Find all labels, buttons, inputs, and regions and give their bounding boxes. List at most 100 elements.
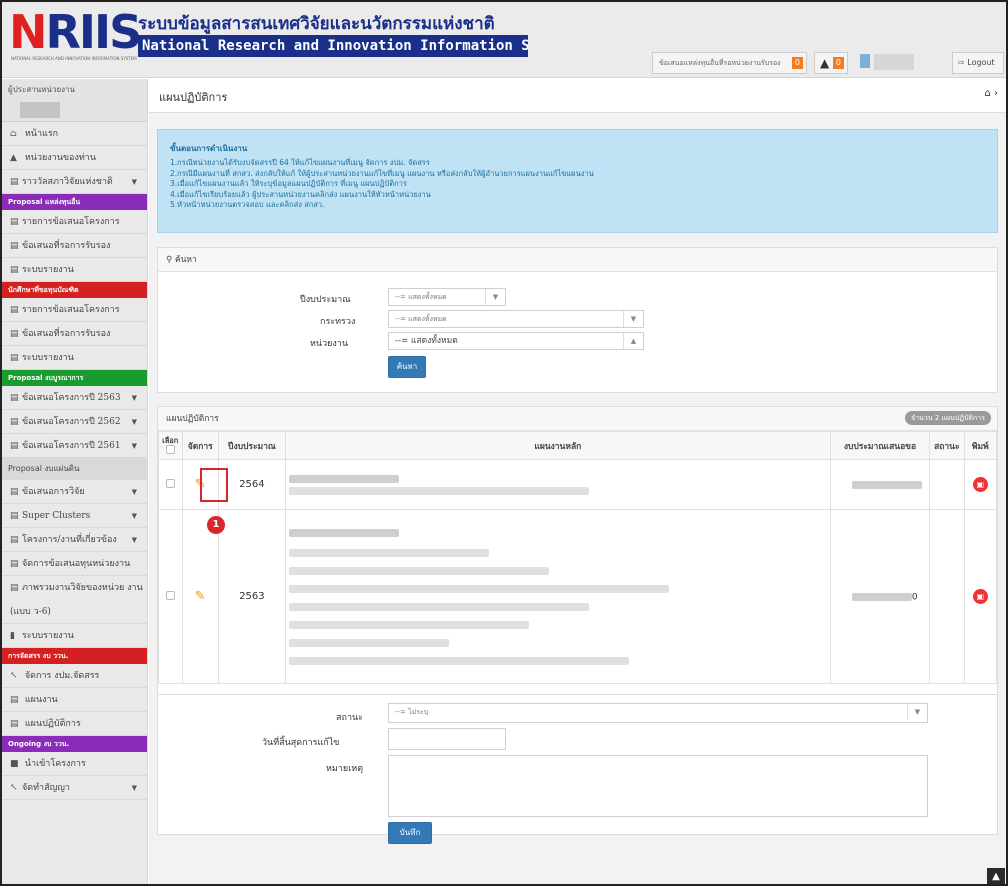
save-button[interactable]: บันทึก bbox=[388, 822, 432, 844]
chevron-down-icon: ▼ bbox=[131, 512, 137, 520]
sidebar-item-home[interactable]: ⌂ หน้าแรก bbox=[2, 122, 147, 146]
row-amount-blurred bbox=[829, 459, 931, 510]
sidebar-item-label: แผนงาน bbox=[24, 695, 58, 705]
list-icon: ▤ bbox=[10, 487, 19, 497]
sidebar-item-contracts[interactable]: ↖ จัดทำสัญญา ▼ bbox=[2, 776, 147, 800]
col-select: เลือก bbox=[158, 431, 183, 460]
sidebar-item-related-projects[interactable]: ▤ โครงการ/งานที่เกี่ยวข้อง ▼ bbox=[2, 528, 147, 552]
sidebar-item-budget-2562[interactable]: ▤ ข้อเสนอโครงการปี 2562 ▼ bbox=[2, 410, 147, 434]
sidebar-item-plan-report[interactable]: ▮ ระบบรายงาน bbox=[2, 624, 147, 648]
chevron-down-icon: ▼ bbox=[131, 394, 137, 402]
sidebar-item-student-pending[interactable]: ▤ ข้อเสนอที่รอการรับรอง bbox=[2, 322, 147, 346]
ministry-label: กระทรวง bbox=[320, 317, 356, 327]
sidebar-item-super-clusters[interactable]: ▤ Super Clusters ▼ bbox=[2, 504, 147, 528]
sidebar-item-label: หน้าแรก bbox=[24, 129, 59, 139]
col-year: ปีงบประมาณ bbox=[217, 431, 286, 460]
edit-highlight-box bbox=[200, 468, 228, 502]
list-icon: ▤ bbox=[10, 695, 19, 705]
logout-button[interactable]: ⇨ Logout bbox=[952, 52, 1004, 74]
sidebar-item-budget-2563[interactable]: ▤ ข้อเสนอโครงการปี 2563 ▼ bbox=[2, 386, 147, 410]
home-icon[interactable]: ⌂ › bbox=[984, 88, 998, 99]
sidebar-item-agency[interactable]: ▲ หน่วยงานของท่าน bbox=[2, 146, 147, 170]
status-form: สถานะ --= ไม่ระบุ ▼ วันที่สิ้นสุดการแก้ไข… bbox=[157, 695, 998, 844]
logo-tagline: NATIONAL RESEARCH AND INNOVATION INFORMA… bbox=[11, 56, 137, 61]
home-icon: ⌂ bbox=[10, 129, 17, 139]
agency-select-value: --= แสดงทั้งหมด bbox=[395, 336, 458, 346]
sidebar-item-research-overview[interactable]: ▤ ภาพรวมงานวิจัยของหน่วย งาน (แบบ ว-6) bbox=[2, 576, 147, 624]
logout-label: Logout bbox=[967, 58, 995, 67]
user-menu[interactable] bbox=[856, 52, 920, 74]
remark-textarea[interactable] bbox=[388, 755, 928, 817]
sidebar-item-manage-allocation[interactable]: ↖ จัดการ งปม.จัดสรร bbox=[2, 664, 147, 688]
deadline-input[interactable] bbox=[388, 728, 506, 750]
sidebar-item-label: ข้อเสนอที่รอการรับรอง bbox=[22, 241, 111, 251]
sidebar-item-action-plans[interactable]: ▤ แผนปฏิบัติการ bbox=[2, 712, 147, 736]
sidebar-item-award[interactable]: ▤ ราววัลสภาวิจัยแห่งชาติ ▼ bbox=[2, 170, 147, 194]
step-marker: 1 bbox=[207, 516, 225, 534]
sidebar-item-fund-pending[interactable]: ▤ ข้อเสนอที่รอการรับรอง bbox=[2, 234, 147, 258]
sidebar-item-label: ข้อเสนอที่รอการรับรอง bbox=[22, 329, 111, 339]
select-all-checkbox[interactable] bbox=[165, 444, 175, 454]
chevron-down-icon: ▼ bbox=[131, 488, 137, 496]
row-amount-blurred: 0 bbox=[829, 509, 931, 684]
pencil-edit-icon[interactable]: ✎ bbox=[195, 589, 206, 604]
row-checkbox[interactable] bbox=[165, 590, 175, 600]
sidebar-item-label: นำเข้าโครงการ bbox=[24, 759, 86, 769]
sidebar-item-research[interactable]: ▤ ข้อเสนอการวิจัย ▼ bbox=[2, 480, 147, 504]
search-button[interactable]: ค้นหา bbox=[388, 356, 426, 378]
table-row: ✎ 2563 0 ▣ bbox=[158, 509, 998, 684]
row-print-cell: ▣ bbox=[963, 459, 998, 510]
sidebar-item-fund-list[interactable]: ▤ รายการข้อเสนอโครงการ bbox=[2, 210, 147, 234]
chevron-down-icon: ▼ bbox=[623, 311, 643, 327]
list-icon: ▤ bbox=[10, 719, 19, 729]
site-title-thai: ระบบข้อมูลสารสนเทศวิจัยและนวัตกรรมแห่งชา… bbox=[138, 14, 495, 34]
instructions-heading: ขั้นตอนการดำเนินงาน bbox=[170, 144, 248, 153]
list-icon: ▤ bbox=[10, 559, 19, 569]
print-pdf-icon[interactable]: ▣ bbox=[972, 477, 988, 492]
bell-icon: ▲ bbox=[820, 56, 830, 70]
sidebar-item-plans[interactable]: ▤ แผนงาน bbox=[2, 688, 147, 712]
row-amount-suffix: 0 bbox=[911, 592, 918, 602]
search-heading: ค้นหา bbox=[174, 255, 197, 265]
nriis-logo[interactable]: NRIIS NATIONAL RESEARCH AND INNOVATION I… bbox=[9, 6, 142, 62]
ministry-select[interactable]: --= แสดงทั้งหมด ▼ bbox=[388, 310, 644, 328]
pending-proposals-badge: 0 bbox=[791, 57, 803, 69]
col-main-plan: แผนงานหลัก bbox=[284, 431, 831, 460]
chevron-down-icon: ▼ bbox=[131, 418, 137, 426]
row-print-cell: ▣ bbox=[963, 509, 998, 684]
sidebar-item-student-report[interactable]: ▤ ระบบรายงาน bbox=[2, 346, 147, 370]
year-select-value: --= แสดงทั้งหมด bbox=[395, 293, 447, 301]
scroll-top-button[interactable]: ▲ bbox=[987, 868, 1005, 884]
logout-icon: ⇨ bbox=[958, 58, 965, 67]
notifications-button[interactable]: ▲ 0 bbox=[814, 52, 848, 74]
chevron-down-icon: ▲ bbox=[623, 333, 643, 349]
sidebar-item-fund-report[interactable]: ▤ ระบบรายงาน bbox=[2, 258, 147, 282]
row-checkbox[interactable] bbox=[165, 478, 175, 488]
year-select[interactable]: --= แสดงทั้งหมด ▼ bbox=[388, 288, 506, 306]
sidebar-item-label: ข้อเสนอโครงการปี 2562 bbox=[22, 417, 121, 427]
page-title: แผนปฏิบัติการ bbox=[159, 91, 228, 104]
instructions-box: ขั้นตอนการดำเนินงาน 1.กรณีหน่วยงานได้รับ… bbox=[157, 129, 998, 233]
remark-label: หมายเหตุ bbox=[326, 764, 364, 774]
logo-letters-riis: RIIS bbox=[45, 5, 143, 59]
row-main-plan-blurred bbox=[284, 509, 831, 684]
sidebar-item-label: ภาพรวมงานวิจัยของหน่วย งาน (แบบ ว-6) bbox=[10, 583, 143, 617]
sidebar-section-proposal-fund: Proposal แหล่งทุนอื่น bbox=[2, 194, 147, 210]
sidebar-user-box: ผู้ประสานหน่วยงาน bbox=[2, 79, 147, 122]
status-select[interactable]: --= ไม่ระบุ ▼ bbox=[388, 703, 928, 723]
sidebar-item-manage-agency-proposals[interactable]: ▤ จัดการข้อเสนอทุนหน่วยงาน bbox=[2, 552, 147, 576]
sidebar-item-label: รายการข้อเสนอโครงการ bbox=[22, 217, 120, 227]
sidebar-item-label: หน่วยงานของท่าน bbox=[24, 153, 96, 163]
agency-select[interactable]: --= แสดงทั้งหมด ▲ bbox=[388, 332, 644, 350]
pending-proposals-button[interactable]: ข้อเสนอแหล่งทุนอื่นที่รอหน่วยงานรับรอง 0 bbox=[652, 52, 807, 74]
sidebar-item-import-projects[interactable]: ■ นำเข้าโครงการ bbox=[2, 752, 147, 776]
sidebar-item-student-list[interactable]: ▤ รายการข้อเสนอโครงการ bbox=[2, 298, 147, 322]
list-icon: ▤ bbox=[10, 241, 19, 251]
sidebar-item-budget-2561[interactable]: ▤ ข้อเสนอโครงการปี 2561 ▼ bbox=[2, 434, 147, 458]
sidebar-item-label: ข้อเสนอโครงการปี 2563 bbox=[22, 393, 121, 403]
print-pdf-icon[interactable]: ▣ bbox=[972, 589, 988, 604]
sidebar-item-label: ระบบรายงาน bbox=[22, 353, 74, 363]
col-print: พิมพ์ bbox=[963, 431, 998, 460]
status-label: สถานะ bbox=[336, 713, 363, 723]
wrench-icon: ↖ bbox=[10, 671, 18, 681]
